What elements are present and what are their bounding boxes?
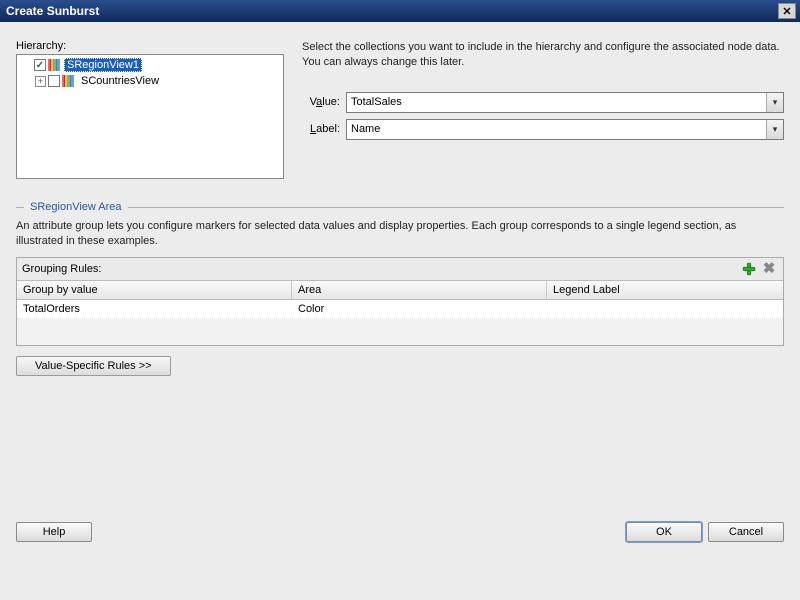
- dialog-footer: Help OK Cancel: [0, 516, 800, 558]
- label-combo-value: Name: [347, 120, 766, 139]
- tree-node-scountriesview[interactable]: + SCountriesView: [19, 73, 281, 89]
- checkbox-icon[interactable]: ✓: [34, 59, 46, 71]
- plus-icon: [742, 262, 756, 276]
- instruction-text: Select the collections you want to inclu…: [302, 40, 784, 70]
- grouping-rules-label: Grouping Rules:: [22, 263, 738, 275]
- grid-col-group-by: Group by value: [17, 281, 292, 299]
- table-row[interactable]: TotalOrders Color: [17, 300, 783, 319]
- datasource-icon: [62, 75, 76, 87]
- grid-body: TotalOrders Color: [17, 300, 783, 345]
- value-label: Value:: [302, 96, 346, 108]
- tree-node-sregionview1[interactable]: ✓ SRegionView1: [19, 57, 281, 73]
- value-combo[interactable]: TotalSales: [346, 92, 784, 113]
- window-title: Create Sunburst: [6, 4, 99, 18]
- divider: [16, 207, 24, 208]
- grid-col-legend-label: Legend Label: [547, 281, 783, 299]
- expand-icon[interactable]: +: [35, 76, 46, 87]
- ok-button[interactable]: OK: [626, 522, 702, 542]
- grid-filler: [17, 319, 783, 345]
- hierarchy-tree[interactable]: ✓ SRegionView1 + SCountriesView: [16, 54, 284, 179]
- checkbox-icon[interactable]: [48, 75, 60, 87]
- datasource-icon: [48, 59, 62, 71]
- titlebar: Create Sunburst ✕: [0, 0, 800, 22]
- hierarchy-label: Hierarchy:: [16, 40, 284, 52]
- section-sregionview-area: SRegionView Area An attribute group lets…: [16, 201, 784, 376]
- add-rule-button[interactable]: [740, 261, 758, 277]
- help-button[interactable]: Help: [16, 522, 92, 542]
- grid-header: Group by value Area Legend Label: [17, 281, 783, 300]
- close-icon[interactable]: ✕: [778, 3, 796, 19]
- chevron-down-icon[interactable]: [766, 93, 783, 112]
- value-combo-value: TotalSales: [347, 93, 766, 112]
- section-description: An attribute group lets you configure ma…: [16, 219, 784, 249]
- grouping-rules-panel: Grouping Rules: ✖ Group by value Area Le…: [16, 257, 784, 346]
- grouping-rules-grid[interactable]: Group by value Area Legend Label TotalOr…: [17, 280, 783, 345]
- label-row: Label: Name: [302, 119, 784, 140]
- section-title: SRegionView Area: [24, 201, 128, 213]
- value-specific-rules-button[interactable]: Value-Specific Rules >>: [16, 356, 171, 376]
- cancel-button[interactable]: Cancel: [708, 522, 784, 542]
- cell-area: Color: [292, 300, 547, 318]
- delete-rule-button[interactable]: ✖: [760, 261, 778, 277]
- dialog-content: Hierarchy: ✓ SRegionView1 + SCountriesVi…: [0, 22, 800, 558]
- cell-group-by: TotalOrders: [17, 300, 292, 318]
- tree-node-label: SRegionView1: [64, 58, 142, 72]
- grid-col-area: Area: [292, 281, 547, 299]
- chevron-down-icon[interactable]: [766, 120, 783, 139]
- label-combo[interactable]: Name: [346, 119, 784, 140]
- divider: [128, 207, 784, 208]
- cell-legend-label: [547, 300, 783, 318]
- tree-node-label: SCountriesView: [78, 75, 162, 87]
- value-specific-area: Value-Specific Rules >>: [16, 356, 784, 376]
- label-label: Label:: [302, 123, 346, 135]
- value-row: Value: TotalSales: [302, 92, 784, 113]
- expander-spacer: [21, 60, 32, 71]
